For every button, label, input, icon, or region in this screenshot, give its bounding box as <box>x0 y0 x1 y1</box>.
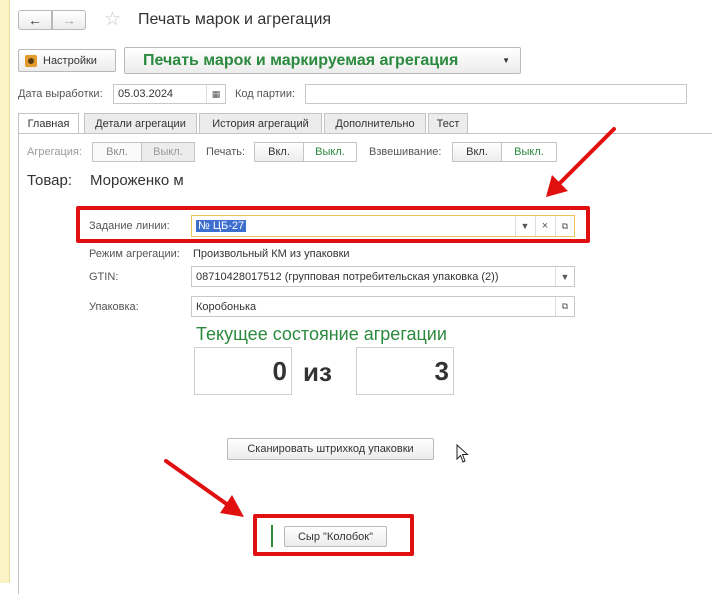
print-off-label: Выкл. <box>315 146 345 158</box>
aggregation-state-title: Текущее состояние агрегации <box>196 324 447 344</box>
aggregation-off-toggle[interactable]: Выкл. <box>141 142 195 162</box>
forward-button[interactable]: → <box>52 10 86 30</box>
aggregation-on-label: Вкл. <box>106 146 128 158</box>
gtin-label: GTIN: <box>89 271 119 283</box>
gtin-value: 08710428017512 (групповая потребительска… <box>196 270 499 283</box>
chevron-down-icon: ▼ <box>502 56 510 65</box>
settings-button[interactable]: Настройки <box>18 49 116 72</box>
tab-test-label: Тест <box>436 117 460 130</box>
product-label: Товар: <box>27 172 72 189</box>
package-field[interactable]: Коробонька ⧉ <box>191 296 575 317</box>
print-on-toggle[interactable]: Вкл. <box>254 142 304 162</box>
aggregation-mode-value: Произвольный КМ из упаковки <box>193 248 350 260</box>
mouse-cursor-icon <box>456 444 469 463</box>
package-label: Упаковка: <box>89 301 139 313</box>
tab-test[interactable]: Тест <box>428 113 468 133</box>
production-date-value: 05.03.2024 <box>118 88 174 100</box>
batch-code-label: Код партии: <box>235 88 296 100</box>
print-off-toggle[interactable]: Выкл. <box>303 142 357 162</box>
aggregation-off-label: Выкл. <box>153 146 183 158</box>
annotation-arrow-bottom <box>164 459 244 517</box>
scan-barcode-label: Сканировать штрихкод упаковки <box>247 443 414 455</box>
package-open-icon[interactable]: ⧉ <box>555 297 574 316</box>
highlight-frame-line-task <box>76 206 590 243</box>
arrow-left-icon: ← <box>28 12 42 28</box>
weighing-on-label: Вкл. <box>466 146 488 158</box>
calendar-icon[interactable]: ▦ <box>206 85 225 103</box>
tab-aggregation-details-label: Детали агрегации <box>95 117 186 130</box>
aggregation-mode-label: Режим агрегации: <box>89 248 180 260</box>
mode-dropdown-button[interactable]: Печать марок и маркируемая агрегация ▼ <box>124 47 521 74</box>
favorite-star-icon[interactable]: ☆ <box>104 8 121 31</box>
gear-icon <box>25 54 37 67</box>
settings-label: Настройки <box>43 54 97 67</box>
scan-barcode-button[interactable]: Сканировать штрихкод упаковки <box>227 438 434 460</box>
total-count: 3 <box>434 355 449 386</box>
tab-aggregation-history[interactable]: История агрегаций <box>199 113 322 133</box>
weighing-on-toggle[interactable]: Вкл. <box>452 142 502 162</box>
tab-main-label: Главная <box>27 118 70 130</box>
tab-aggregation-details[interactable]: Детали агрегации <box>84 113 197 133</box>
tab-aggregation-history-label: История агрегаций <box>212 117 309 130</box>
mode-label: Печать марок и маркируемая агрегация <box>143 51 459 69</box>
aggregation-on-toggle[interactable]: Вкл. <box>92 142 142 162</box>
weighing-toggle-label: Взвешивание: <box>369 146 442 158</box>
left-panel-strip <box>0 0 10 583</box>
gtin-dropdown-icon[interactable]: ▼ <box>555 267 574 286</box>
annotation-arrow-top <box>546 127 616 197</box>
print-toggle-label: Печать: <box>206 146 246 158</box>
batch-code-field[interactable] <box>305 84 687 104</box>
current-count-box: 0 <box>194 347 292 395</box>
highlight-frame-product-button <box>253 514 414 556</box>
tab-additional-label: Дополнительно <box>335 117 415 130</box>
product-value: Мороженко м <box>90 172 184 189</box>
current-count: 0 <box>272 355 287 386</box>
tab-main[interactable]: Главная <box>18 113 79 134</box>
print-on-label: Вкл. <box>268 146 290 158</box>
back-button[interactable]: ← <box>18 10 52 30</box>
tab-additional[interactable]: Дополнительно <box>324 113 426 133</box>
total-count-box: 3 <box>356 347 454 395</box>
aggregation-toggle-label: Агрегация: <box>27 146 82 158</box>
of-label: из <box>303 357 332 387</box>
window-title: Печать марок и агрегация <box>138 11 332 28</box>
production-date-field[interactable]: 05.03.2024 ▦ <box>113 84 226 104</box>
package-value: Коробонька <box>196 300 257 313</box>
production-date-label: Дата выработки: <box>18 88 103 100</box>
gtin-select[interactable]: 08710428017512 (групповая потребительска… <box>191 266 575 287</box>
arrow-right-icon: → <box>62 12 76 28</box>
